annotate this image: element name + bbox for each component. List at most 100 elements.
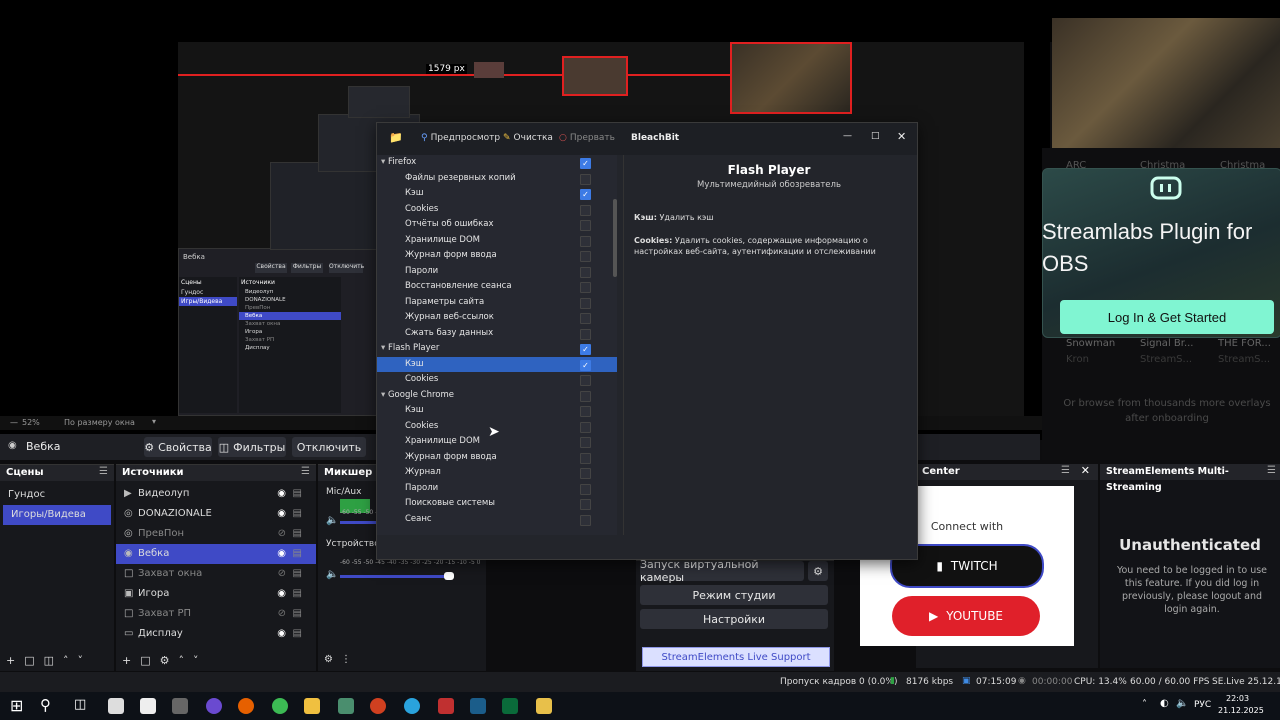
checkbox[interactable]: ✓ xyxy=(580,189,591,200)
tree-option[interactable]: Параметры сайта xyxy=(377,295,617,311)
tree-option[interactable]: Журнал форм ввода xyxy=(377,450,617,466)
close-icon[interactable]: ✕ xyxy=(897,130,906,143)
checkbox[interactable] xyxy=(580,390,591,402)
app-icon[interactable] xyxy=(338,698,354,714)
checkbox[interactable] xyxy=(580,375,591,386)
youtube-button[interactable]: ▶ YOUTUBE xyxy=(892,596,1040,636)
tree-option[interactable]: Сжать базу данных xyxy=(377,326,617,342)
checkbox[interactable] xyxy=(580,483,591,495)
chevron-up-icon[interactable]: ˄ xyxy=(63,654,78,667)
eye-icon[interactable]: ◉ xyxy=(277,624,286,644)
tree-group[interactable]: ▾ Google Chrome xyxy=(377,388,617,404)
chevron-down-icon[interactable]: ▾ xyxy=(381,390,388,400)
source-item[interactable]: □ Захват окна ⊘ ▤ xyxy=(116,564,316,584)
source-item[interactable]: ◉ Вебка ◉ ▤ xyxy=(116,544,316,564)
tree-option[interactable]: Восстановление сеанса xyxy=(377,279,617,295)
dock-menu-icon[interactable]: ☰ xyxy=(1061,465,1070,476)
settings-button[interactable]: Настройки xyxy=(640,609,828,629)
tree-group[interactable]: ▾ Firefox ✓ xyxy=(377,155,617,171)
disable-button[interactable]: Отключить xyxy=(292,437,366,457)
chevron-down-icon[interactable]: ˅ xyxy=(193,654,208,667)
gear-icon[interactable]: ⚙ xyxy=(808,561,828,581)
chevron-up-icon[interactable]: ˄ xyxy=(1142,699,1147,710)
tree-option[interactable]: Хранилище DOM xyxy=(377,233,617,249)
folder-icon[interactable] xyxy=(304,698,320,714)
dock-menu-icon[interactable]: ☰ xyxy=(99,466,108,477)
filter-icon[interactable]: ◫ xyxy=(44,654,63,667)
eye-icon[interactable]: ◉ xyxy=(277,544,286,564)
settings-icon[interactable]: ⚙ xyxy=(324,654,341,665)
lock-icon[interactable]: ▤ xyxy=(293,524,302,544)
source-item[interactable]: □ Захват РП ⊘ ▤ xyxy=(116,604,316,624)
telegram-icon[interactable] xyxy=(404,698,420,714)
checkbox[interactable] xyxy=(580,173,591,185)
bleachbit-icon[interactable] xyxy=(536,698,552,714)
checkbox[interactable]: ✓ xyxy=(580,344,591,355)
language-indicator[interactable]: РУС xyxy=(1194,700,1211,710)
add-icon[interactable]: + xyxy=(6,654,24,667)
scene-item[interactable]: Гундос xyxy=(0,485,114,505)
minimize-icon[interactable]: — xyxy=(843,131,852,141)
volume-slider[interactable] xyxy=(340,575,450,578)
chevron-down-icon[interactable]: ˅ xyxy=(78,654,93,667)
folder-icon[interactable]: 📁 xyxy=(389,131,403,144)
source-item[interactable]: ◎ ПревПон ⊘ ▤ xyxy=(116,524,316,544)
tree-option[interactable]: Файлы резервных копий xyxy=(377,171,617,187)
gear-icon[interactable]: ⚙ xyxy=(160,654,179,667)
lock-icon[interactable]: ▤ xyxy=(293,544,302,564)
maximize-icon[interactable]: □ xyxy=(871,131,880,141)
dock-menu-icon[interactable]: ☰ xyxy=(1267,465,1276,476)
lock-icon[interactable]: ▤ xyxy=(293,604,302,624)
clock-date[interactable]: 21.12.2025 xyxy=(1218,706,1264,715)
app-icon[interactable] xyxy=(370,698,386,714)
chevron-down-icon[interactable]: ▾ xyxy=(152,417,156,426)
checkbox[interactable] xyxy=(580,204,591,216)
firefox-icon[interactable] xyxy=(238,698,254,714)
lock-icon[interactable]: ▤ xyxy=(293,564,302,584)
zoom-mode[interactable]: По размеру окна xyxy=(64,418,135,427)
clock-time[interactable]: 22:03 xyxy=(1226,694,1249,703)
source-item[interactable]: ▣ Игора ◉ ▤ xyxy=(116,584,316,604)
source-item[interactable]: ▶ Видеолуп ◉ ▤ xyxy=(116,484,316,504)
tree-option[interactable]: Cookies xyxy=(377,372,617,388)
source-item[interactable]: ▭ Дисплау ◉ ▤ xyxy=(116,624,316,644)
windows-start-icon[interactable]: ⊞ xyxy=(10,696,23,715)
app-icon[interactable] xyxy=(502,698,518,714)
trash-icon[interactable]: □ xyxy=(140,654,159,667)
dock-menu-icon[interactable]: ☰ xyxy=(301,466,310,477)
login-get-started-button[interactable]: Log In & Get Started xyxy=(1060,300,1274,334)
chevron-up-icon[interactable]: ˄ xyxy=(179,654,194,667)
app-icon[interactable] xyxy=(172,698,188,714)
app-icon[interactable] xyxy=(438,698,454,714)
checkbox[interactable] xyxy=(580,313,591,324)
clean-button[interactable]: ✎ Очистка xyxy=(503,129,553,147)
chevron-down-icon[interactable]: ▾ xyxy=(381,157,388,167)
scene-item[interactable]: Игоры/Видева xyxy=(3,505,111,525)
eye-icon[interactable]: ◉ xyxy=(277,504,286,524)
task-view-icon[interactable]: ◫ xyxy=(74,697,86,712)
tree-option[interactable]: Сеанс xyxy=(377,512,617,528)
zoom-value[interactable]: 52% xyxy=(22,418,40,427)
checkbox[interactable] xyxy=(580,437,591,448)
close-icon[interactable]: ✕ xyxy=(1081,464,1090,477)
tree-group[interactable]: ▾ Flash Player ✓ xyxy=(377,341,617,357)
tree-option[interactable]: Кэш ✓ xyxy=(377,356,617,372)
notepad-icon[interactable] xyxy=(108,698,124,714)
checkbox[interactable] xyxy=(580,468,591,479)
studio-mode-button[interactable]: Режим студии xyxy=(640,585,828,605)
checkbox[interactable]: ✓ xyxy=(580,359,591,371)
search-icon[interactable]: ⚲ xyxy=(40,696,51,714)
eye-off-icon[interactable]: ⊘ xyxy=(278,564,286,584)
eye-icon[interactable]: ◉ xyxy=(277,484,286,504)
checkbox[interactable] xyxy=(580,220,591,231)
eye-off-icon[interactable]: ⊘ xyxy=(278,524,286,544)
source-item[interactable]: ◎ DONAZIONALE ◉ ▤ xyxy=(116,504,316,524)
checkbox[interactable] xyxy=(580,297,591,309)
slider-handle[interactable] xyxy=(444,572,454,580)
virtual-camera-button[interactable]: Запуск виртуальной камеры xyxy=(640,558,804,584)
file-icon[interactable] xyxy=(140,698,156,714)
steam-icon[interactable] xyxy=(470,698,486,714)
checkbox[interactable] xyxy=(580,266,591,278)
checkbox[interactable] xyxy=(580,251,591,262)
properties-button[interactable]: ⚙ Свойства xyxy=(144,437,212,457)
